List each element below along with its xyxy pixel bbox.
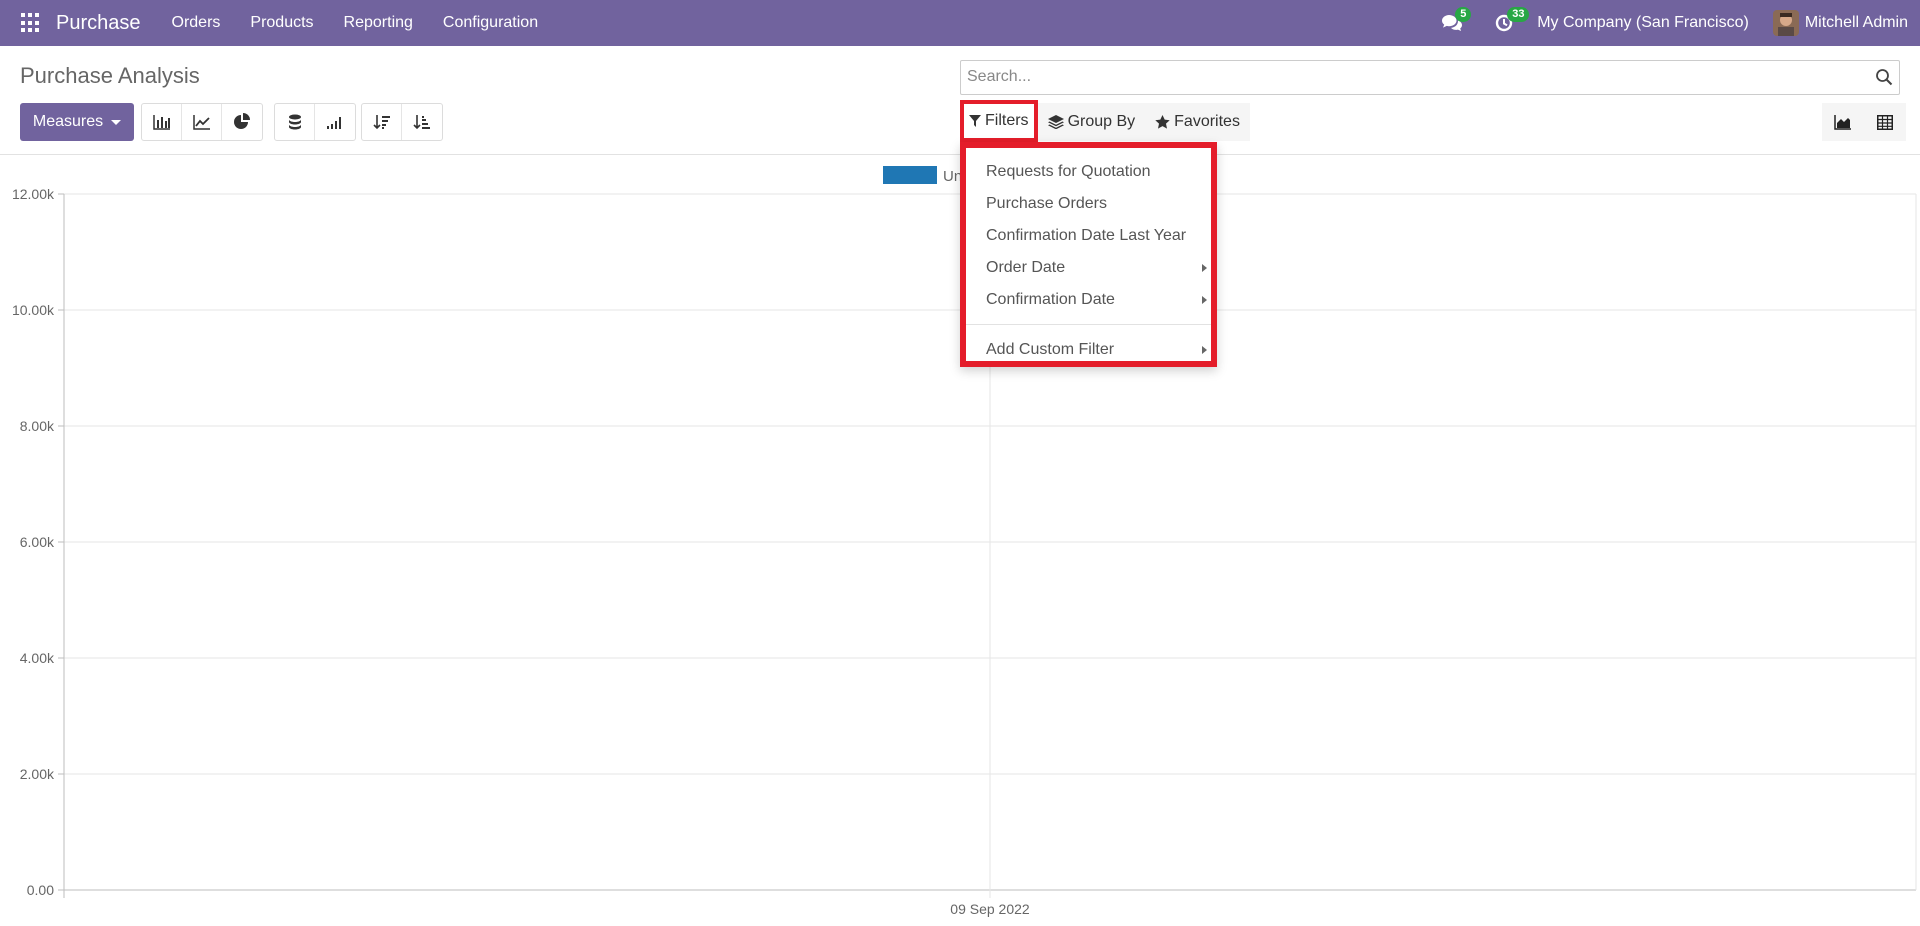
filters-dropdown: Requests for Quotation Purchase Orders C…	[960, 142, 1217, 367]
y-tick-label: 6.00k	[20, 534, 55, 550]
y-tick-label: 4.00k	[20, 650, 55, 666]
sort-descending-button[interactable]	[362, 104, 402, 140]
filter-requests-for-quotation[interactable]: Requests for Quotation	[966, 156, 1211, 188]
sort-group	[361, 103, 443, 141]
pie-chart-button[interactable]	[222, 104, 262, 140]
measures-button[interactable]: Measures	[20, 103, 134, 141]
favorites-label: Favorites	[1174, 113, 1240, 130]
chart-type-group	[141, 103, 263, 141]
search-icon[interactable]	[1875, 68, 1893, 91]
sort-amount-down-icon	[372, 115, 390, 130]
filter-purchase-orders[interactable]: Purchase Orders	[966, 188, 1211, 220]
chart-options-group	[274, 103, 356, 141]
group-by-label: Group By	[1067, 113, 1136, 130]
filter-order-date[interactable]: Order Date	[966, 252, 1211, 284]
menu-reporting[interactable]: Reporting	[329, 14, 428, 32]
y-tick-label: 0.00	[27, 882, 54, 898]
custom-filter-label: Add Custom Filter	[986, 341, 1115, 358]
search-options-bar: Filters Group By Favorites	[960, 100, 1250, 142]
filter-confirmation-date[interactable]: Confirmation Date	[966, 284, 1211, 316]
group-by-button[interactable]: Group By	[1038, 103, 1146, 141]
filter-label: Order Date	[986, 259, 1066, 276]
apps-grid-icon[interactable]	[21, 13, 41, 33]
caret-right-icon	[1202, 264, 1207, 272]
caret-right-icon	[1202, 296, 1207, 304]
y-tick-label: 12.00k	[12, 186, 55, 202]
activities-badge: 33	[1507, 7, 1530, 22]
cumulative-button[interactable]	[315, 104, 355, 140]
graph-view-button[interactable]	[1822, 103, 1864, 141]
search-box	[960, 60, 1900, 95]
y-tick-label: 2.00k	[20, 766, 55, 782]
sort-ascending-button[interactable]	[402, 104, 442, 140]
messages-badge: 5	[1455, 7, 1472, 22]
database-icon	[288, 114, 301, 130]
user-menu[interactable]: Mitchell Admin	[1805, 14, 1908, 32]
legend-swatch[interactable]	[883, 166, 937, 184]
pivot-view-button[interactable]	[1864, 103, 1906, 141]
star-icon	[1155, 115, 1170, 129]
page-title: Purchase Analysis	[20, 63, 200, 88]
bar-chart-icon	[152, 115, 170, 130]
messages-button[interactable]: 5	[1433, 0, 1472, 46]
area-chart-icon	[1834, 115, 1851, 130]
add-custom-filter[interactable]: Add Custom Filter	[966, 334, 1211, 366]
filter-icon	[969, 115, 981, 127]
view-switcher	[1822, 103, 1906, 141]
caret-right-icon	[1202, 346, 1207, 354]
sort-amount-up-icon	[413, 115, 430, 130]
filters-label: Filters	[985, 112, 1029, 129]
bar-chart-button[interactable]	[142, 104, 182, 140]
filters-button[interactable]: Filters	[960, 100, 1038, 142]
filter-label: Purchase Orders	[986, 195, 1107, 212]
dropdown-divider	[966, 324, 1211, 325]
filter-label: Confirmation Date	[986, 291, 1115, 308]
company-switcher[interactable]: My Company (San Francisco)	[1537, 14, 1749, 32]
y-tick-label: 8.00k	[20, 418, 55, 434]
top-navbar: Purchase Orders Products Reporting Confi…	[0, 0, 1920, 46]
signal-bars-icon	[327, 117, 341, 129]
filter-label: Requests for Quotation	[986, 163, 1151, 180]
measures-label: Measures	[32, 113, 104, 130]
pie-chart-icon	[234, 113, 250, 129]
filter-label: Confirmation Date Last Year	[986, 227, 1187, 244]
x-tick-label: 09 Sep 2022	[950, 901, 1030, 917]
menu-configuration[interactable]: Configuration	[428, 14, 553, 32]
main-menu: Orders Products Reporting Configuration	[157, 14, 554, 32]
caret-down-icon	[111, 119, 122, 125]
y-tick-label: 10.00k	[12, 302, 55, 318]
layers-icon	[1047, 115, 1064, 129]
menu-orders[interactable]: Orders	[157, 14, 236, 32]
app-name[interactable]: Purchase	[56, 12, 141, 35]
table-icon	[1877, 114, 1893, 130]
menu-products[interactable]: Products	[235, 14, 328, 32]
search-input[interactable]	[967, 68, 1847, 86]
stacked-button[interactable]	[275, 104, 315, 140]
favorites-button[interactable]: Favorites	[1145, 103, 1250, 141]
navbar-right: 5 33 My Company (San Francisco) Mitchell…	[1433, 0, 1908, 46]
activities-button[interactable]: 33	[1485, 0, 1530, 46]
filter-confirmation-date-last-year[interactable]: Confirmation Date Last Year	[966, 220, 1211, 252]
avatar[interactable]	[1772, 10, 1799, 36]
line-chart-button[interactable]	[182, 104, 222, 140]
line-chart-icon	[192, 115, 210, 130]
